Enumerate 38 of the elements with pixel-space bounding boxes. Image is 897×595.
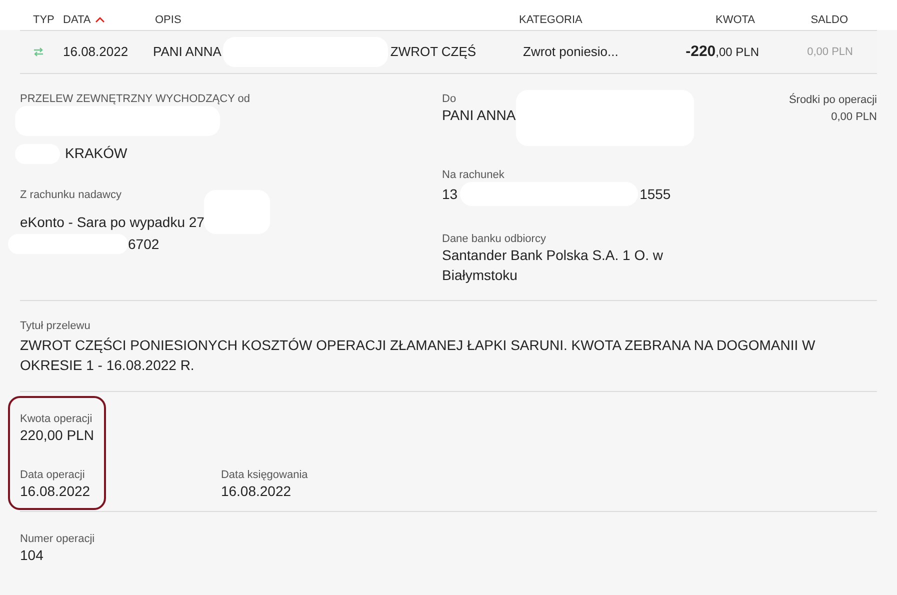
column-header[interactable]: OPIS bbox=[155, 12, 182, 28]
field-value: Santander Bank Polska S.A. 1 O. w Białymstoku bbox=[442, 247, 664, 283]
balance-cell-text: 0,00 PLN bbox=[806, 44, 853, 60]
field-value: 220,00 PLN bbox=[20, 426, 94, 444]
column-header[interactable]: DATA bbox=[63, 12, 105, 28]
field-label: Kwota operacji bbox=[20, 412, 94, 426]
table-cell-text: PANI ANNA bbox=[153, 43, 222, 62]
field-label: Z rachunku nadawcy bbox=[20, 188, 122, 202]
table-cell-text: ZWROT CZĘŚ bbox=[390, 43, 476, 62]
field-label: PRZELEW ZEWNĘTRZNY WYCHODZĄCY od bbox=[20, 92, 252, 106]
field-value: 16.08.2022 bbox=[20, 482, 92, 500]
field-value: 104 bbox=[20, 546, 44, 564]
field-value: 0,00 PLN bbox=[831, 110, 877, 124]
column-header[interactable]: KATEGORIA bbox=[519, 12, 582, 28]
field-value: 1555 bbox=[640, 185, 671, 203]
field-label: Data operacji bbox=[20, 468, 86, 482]
column-header[interactable]: TYP bbox=[33, 12, 54, 28]
amount-cell-text: -220,00 PLN bbox=[684, 42, 759, 62]
field-label: Numer operacji bbox=[20, 532, 96, 546]
field-value: 13 bbox=[442, 185, 458, 203]
field-label: Środki po operacji bbox=[788, 92, 877, 108]
transfer-icon bbox=[33, 47, 44, 57]
field-value: 16.08.2022 bbox=[220, 482, 292, 500]
field-value: eKonto - Sara po wypadku 27 bbox=[20, 213, 204, 231]
field-label: Data księgowania bbox=[220, 468, 308, 482]
column-header[interactable]: SALDO bbox=[810, 12, 848, 28]
field-value: KRAKÓW bbox=[65, 145, 128, 161]
transfer-title: ZWROT CZĘŚCI PONIESIONYCH KOSZTÓW OPERACJI ZŁAMANEJ ŁAPKI SARUNI. KWOTA ZEBRANA NA DOGOMANII W OKRESIE 1 - 16.08.2022 R. bbox=[20, 336, 816, 375]
field-label: Dane banku odbiorcy bbox=[442, 232, 547, 246]
table-cell-text: Zwrot poniesio... bbox=[523, 43, 620, 62]
field-label: Na rachunek bbox=[442, 168, 506, 182]
field-value: PANI ANNA bbox=[442, 106, 516, 124]
field-value: 6702 bbox=[128, 235, 160, 253]
table-cell-text: 16.08.2022 bbox=[63, 43, 130, 62]
field-label: Tytuł przelewu bbox=[20, 319, 92, 333]
column-header[interactable]: KWOTA bbox=[715, 12, 755, 28]
sort-up-icon bbox=[94, 17, 105, 23]
field-label: Do bbox=[442, 92, 458, 106]
